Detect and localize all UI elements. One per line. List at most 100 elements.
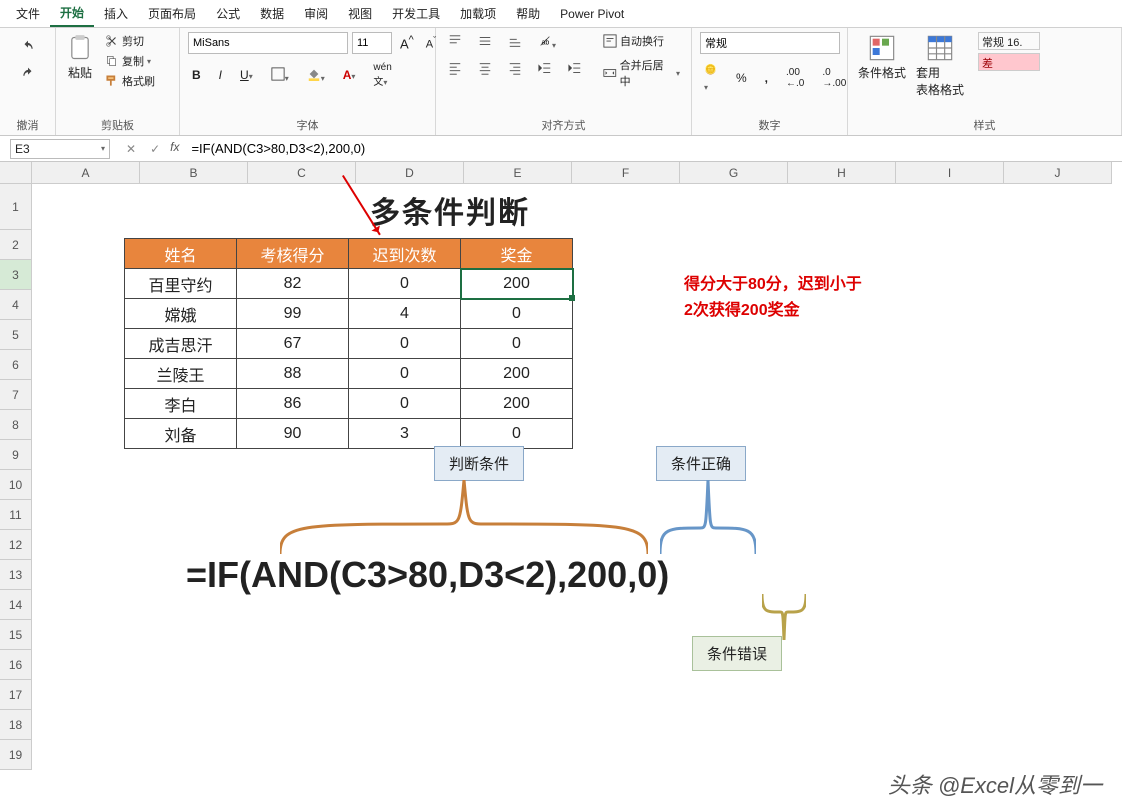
table-cell[interactable]: 成吉思汗 (125, 329, 237, 359)
table-cell[interactable]: 82 (237, 269, 349, 299)
phonetic-button[interactable]: wén文▾ (369, 60, 395, 90)
copy-button[interactable]: 复制▾ (102, 52, 158, 70)
row-header[interactable]: 7 (0, 380, 32, 410)
column-header[interactable]: J (1004, 162, 1112, 184)
undo-button[interactable] (17, 38, 39, 59)
row-header[interactable]: 6 (0, 350, 32, 380)
percent-icon[interactable]: % (732, 69, 751, 87)
bold-button[interactable]: B (188, 66, 205, 84)
tab-view[interactable]: 视图 (338, 1, 382, 26)
table-cell[interactable]: 刘备 (125, 419, 237, 449)
tab-review[interactable]: 审阅 (294, 1, 338, 26)
table-cell[interactable]: 4 (349, 299, 461, 329)
align-top-icon[interactable] (444, 32, 466, 53)
table-cell[interactable]: 嫦娥 (125, 299, 237, 329)
redo-button[interactable] (17, 65, 39, 86)
table-cell[interactable]: 0 (461, 299, 573, 329)
table-cell[interactable]: 0 (461, 329, 573, 359)
table-cell[interactable]: 200 (461, 359, 573, 389)
name-box[interactable]: E3▾ (10, 139, 110, 159)
border-button[interactable]: ▾ (267, 65, 293, 86)
currency-icon[interactable]: 🪙▾ (700, 60, 722, 95)
row-header[interactable]: 2 (0, 230, 32, 260)
table-cell[interactable]: 李白 (125, 389, 237, 419)
table-cell[interactable]: 0 (349, 329, 461, 359)
table-cell[interactable]: 99 (237, 299, 349, 329)
increase-decimal-icon[interactable]: .00←.0 (782, 65, 808, 91)
font-name-select[interactable] (188, 32, 348, 54)
underline-button[interactable]: U▾ (236, 66, 257, 84)
cut-button[interactable]: 剪切 (102, 32, 158, 50)
row-header[interactable]: 11 (0, 500, 32, 530)
row-header[interactable]: 5 (0, 320, 32, 350)
decrease-decimal-icon[interactable]: .0→.00 (818, 65, 850, 91)
paste-button[interactable]: 粘贴 (64, 32, 96, 83)
column-header[interactable]: C (248, 162, 356, 184)
tab-addins[interactable]: 加载项 (450, 1, 506, 26)
cell-style-bad[interactable]: 差 (978, 53, 1040, 71)
format-as-table-button[interactable]: 套用 表格格式 (914, 32, 966, 100)
cell-style-normal[interactable]: 常规 16. (978, 32, 1040, 50)
tab-help[interactable]: 帮助 (506, 1, 550, 26)
table-cell[interactable]: 0 (349, 359, 461, 389)
align-middle-icon[interactable] (474, 32, 496, 53)
align-center-icon[interactable] (474, 59, 496, 80)
row-header[interactable]: 18 (0, 710, 32, 740)
spreadsheet-grid[interactable]: ABCDEFGHIJ 12345678910111213141516171819… (0, 162, 1122, 810)
row-header[interactable]: 8 (0, 410, 32, 440)
tab-formulas[interactable]: 公式 (206, 1, 250, 26)
row-header[interactable]: 12 (0, 530, 32, 560)
align-right-icon[interactable] (504, 59, 526, 80)
column-header[interactable]: H (788, 162, 896, 184)
cancel-formula-icon[interactable]: ✕ (122, 140, 140, 158)
align-bottom-icon[interactable] (504, 32, 526, 53)
table-cell[interactable]: 百里守约 (125, 269, 237, 299)
column-header[interactable]: I (896, 162, 1004, 184)
align-left-icon[interactable] (444, 59, 466, 80)
row-header[interactable]: 13 (0, 560, 32, 590)
row-header[interactable]: 19 (0, 740, 32, 770)
font-color-button[interactable]: A▾ (339, 66, 360, 84)
indent-increase-icon[interactable] (564, 59, 586, 80)
table-cell[interactable]: 兰陵王 (125, 359, 237, 389)
formula-input[interactable] (185, 139, 1122, 159)
accept-formula-icon[interactable]: ✓ (146, 140, 164, 158)
tab-file[interactable]: 文件 (6, 1, 50, 26)
select-all-corner[interactable] (0, 162, 32, 184)
tab-insert[interactable]: 插入 (94, 1, 138, 26)
row-header[interactable]: 17 (0, 680, 32, 710)
orientation-icon[interactable]: ab▾ (534, 32, 560, 53)
tab-data[interactable]: 数据 (250, 1, 294, 26)
increase-font-icon[interactable]: A^ (396, 32, 418, 53)
table-cell[interactable]: 88 (237, 359, 349, 389)
column-header[interactable]: A (32, 162, 140, 184)
row-header[interactable]: 15 (0, 620, 32, 650)
format-painter-button[interactable]: 格式刷 (102, 72, 158, 90)
italic-button[interactable]: I (215, 66, 226, 84)
tab-powerpivot[interactable]: Power Pivot (550, 3, 634, 25)
table-cell[interactable]: 0 (349, 269, 461, 299)
fill-color-button[interactable]: ▾ (303, 65, 329, 86)
table-cell[interactable]: 200 (461, 389, 573, 419)
row-header[interactable]: 3 (0, 260, 32, 290)
table-cell[interactable]: 200 (461, 269, 573, 299)
fill-handle[interactable] (569, 295, 575, 301)
table-cell[interactable]: 0 (461, 419, 573, 449)
indent-decrease-icon[interactable] (534, 59, 556, 80)
column-header[interactable]: G (680, 162, 788, 184)
font-size-select[interactable] (352, 32, 392, 54)
comma-icon[interactable]: , (761, 69, 772, 87)
fx-icon[interactable]: fx (170, 140, 179, 158)
row-header[interactable]: 10 (0, 470, 32, 500)
table-cell[interactable]: 86 (237, 389, 349, 419)
row-header[interactable]: 16 (0, 650, 32, 680)
column-header[interactable]: D (356, 162, 464, 184)
number-format-select[interactable] (700, 32, 840, 54)
conditional-format-button[interactable]: 条件格式 (856, 32, 908, 83)
column-header[interactable]: E (464, 162, 572, 184)
table-cell[interactable]: 67 (237, 329, 349, 359)
tab-home[interactable]: 开始 (50, 0, 94, 27)
row-header[interactable]: 1 (0, 184, 32, 230)
tab-layout[interactable]: 页面布局 (138, 1, 206, 26)
wrap-text-button[interactable]: 自动换行 (600, 32, 683, 50)
